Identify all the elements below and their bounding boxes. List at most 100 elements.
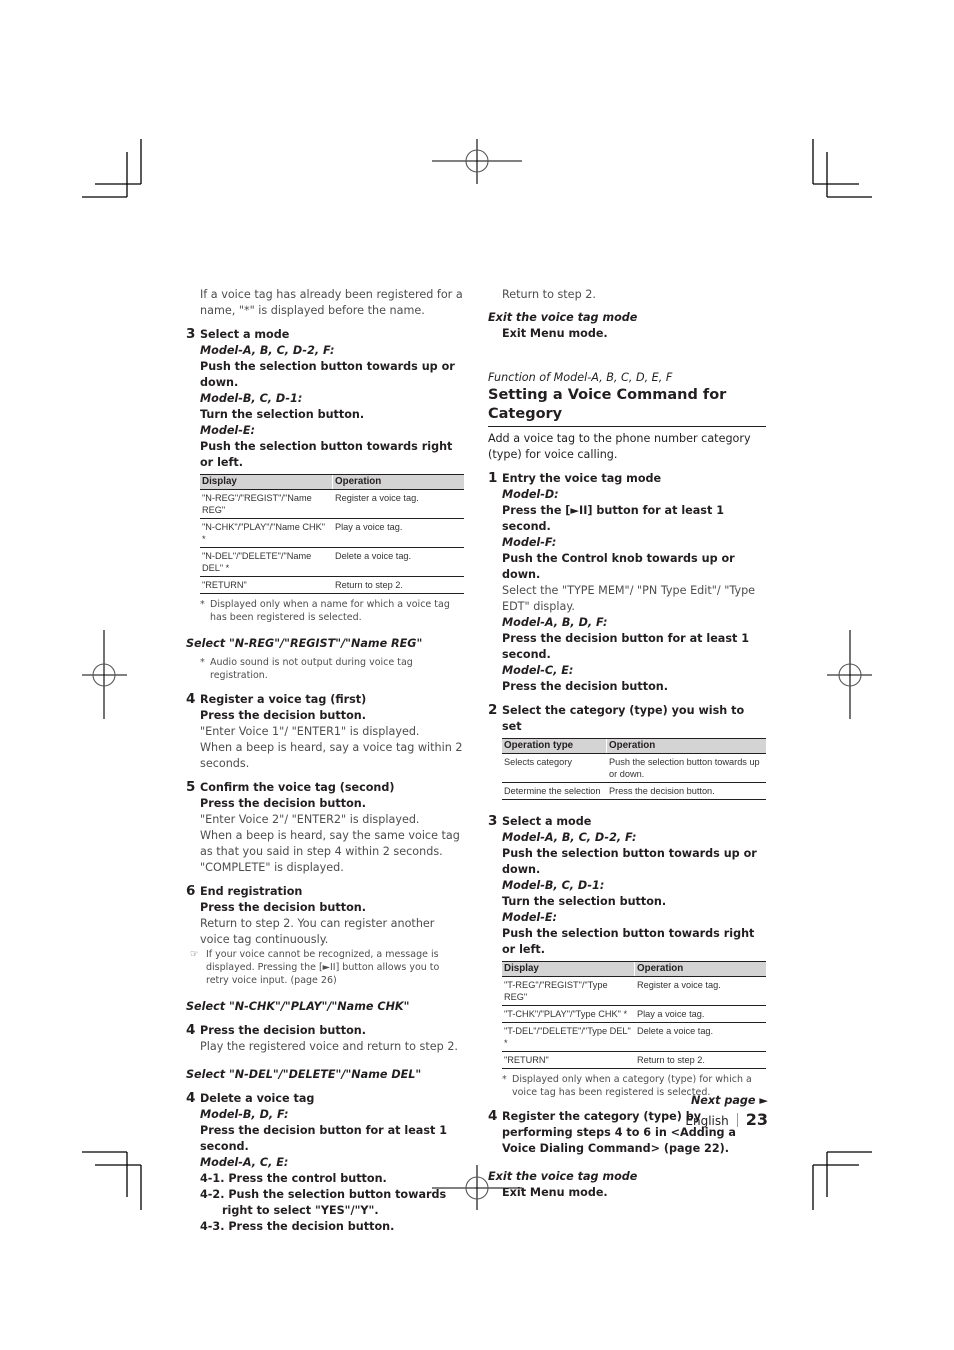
page-footer: Next page ► English 23 xyxy=(685,1094,768,1129)
table-cell: Press the decision button. xyxy=(606,782,766,800)
table-header: Display xyxy=(200,474,333,490)
step-4-register: 4 Register a voice tag (first) Press the… xyxy=(186,691,464,772)
registration-mark-left xyxy=(82,630,127,719)
intro-text: If a voice tag has already been register… xyxy=(200,288,463,317)
table-row: "RETURN" Return to step 2. xyxy=(502,1051,766,1069)
table-cell: "N-REG"/"REGIST"/"Name REG" xyxy=(200,489,333,519)
model-label: Model-F: xyxy=(502,536,557,549)
footnote: * Displayed only when a name for which a… xyxy=(200,598,464,624)
registration-mark-right xyxy=(827,630,872,719)
model-action: Turn the selection button. xyxy=(502,895,667,908)
step-4-delete: 4 Delete a voice tag Model-B, D, F: Pres… xyxy=(186,1090,464,1235)
substep: 4-1. Press the control button. xyxy=(200,1172,387,1185)
step-text: Play the registered voice and return to … xyxy=(200,1040,458,1053)
step-1-entry: 1 Entry the voice tag mode Model-D: Pres… xyxy=(488,470,766,695)
hand-pointer-icon: ☞ xyxy=(190,949,199,960)
model-action: Turn the selection button. xyxy=(200,408,365,421)
table-cell: Play a voice tag. xyxy=(332,518,464,548)
operation-table: Operation type Operation Selects categor… xyxy=(502,738,766,800)
step-number: 2 xyxy=(488,702,498,718)
model-label: Model-E: xyxy=(502,911,558,924)
table-cell: "N-DEL"/"DELETE"/"Name DEL" * xyxy=(200,547,333,577)
table-header-row: Display Operation xyxy=(200,474,464,490)
table-header: Operation xyxy=(634,961,766,977)
right-column: Return to step 2. Exit the voice tag mod… xyxy=(488,287,766,1201)
step-number: 3 xyxy=(488,813,498,829)
table-cell: "RETURN" xyxy=(502,1051,635,1069)
table-cell: Play a voice tag. xyxy=(634,1005,766,1023)
crop-mark-bottom-left xyxy=(82,1151,142,1210)
table-row: Determine the selection Press the decisi… xyxy=(502,782,766,800)
step-action: Press the decision button. xyxy=(200,797,366,810)
table-row: "T-DEL"/"DELETE"/"Type DEL" * Delete a v… xyxy=(502,1022,766,1052)
step-6-end: 6 End registration Press the decision bu… xyxy=(186,883,464,987)
model-label: Model-B, C, D-1: xyxy=(502,879,605,892)
model-action: Push the Control knob towards up or down… xyxy=(502,552,735,581)
page-indicator: English 23 xyxy=(685,1110,768,1129)
tip-note: ☞ If your voice cannot be recognized, a … xyxy=(186,948,464,987)
table-cell: Selects category xyxy=(502,753,607,783)
step-text: "COMPLETE" is displayed. xyxy=(200,861,344,874)
note-text: If your voice cannot be recognized, a me… xyxy=(206,949,440,986)
step-4-play: 4 Press the decision button. Play the re… xyxy=(186,1022,464,1055)
model-label: Model-B, C, D-1: xyxy=(200,392,303,405)
step-text: Return to step 2. You can register anoth… xyxy=(200,917,435,946)
exit-action: Exit Menu mode. xyxy=(502,327,608,340)
asterisk-mark: * xyxy=(502,1074,507,1085)
step-text: Select the "TYPE MEM"/ "PN Type Edit"/ "… xyxy=(502,584,756,613)
model-action: Push the selection button towards right … xyxy=(200,440,453,469)
step-number: 4 xyxy=(186,1022,196,1038)
model-action: Push the selection button towards right … xyxy=(502,927,755,956)
table-cell: Register a voice tag. xyxy=(634,976,766,1006)
table-row: "N-REG"/"REGIST"/"Name REG" Register a v… xyxy=(200,489,464,519)
model-label: Model-D: xyxy=(502,488,559,501)
table-cell: Delete a voice tag. xyxy=(634,1022,766,1052)
model-action: Push the selection button towards up or … xyxy=(502,847,757,876)
table-header: Operation xyxy=(332,474,464,490)
table-cell: Determine the selection xyxy=(502,782,607,800)
table-header: Display xyxy=(502,961,635,977)
exit-action: Exit Menu mode. xyxy=(502,1186,608,1199)
table-row: "T-CHK"/"PLAY"/"Type CHK" * Play a voice… xyxy=(502,1005,766,1023)
table-row: Selects category Push the selection butt… xyxy=(502,753,766,783)
step-text: When a beep is heard, say the same voice… xyxy=(200,829,460,858)
model-label: Model-E: xyxy=(200,424,256,437)
table-cell: Register a voice tag. xyxy=(332,489,464,519)
table-header-row: Display Operation xyxy=(502,961,766,977)
display-operation-table: Display Operation "N-REG"/"REGIST"/"Name… xyxy=(200,474,464,594)
step-5-confirm: 5 Confirm the voice tag (second) Press t… xyxy=(186,779,464,876)
step-3-select-mode: 3 Select a mode Model-A, B, C, D-2, F: P… xyxy=(186,326,464,624)
page-title: Setting a Voice Command for Category xyxy=(488,386,766,427)
table-header: Operation xyxy=(606,738,766,754)
model-action: Press the decision button for at least 1… xyxy=(200,1124,448,1153)
step-number: 3 xyxy=(186,326,196,342)
model-label: Model-A, B, C, D-2, F: xyxy=(200,344,335,357)
section-heading-select-reg: Select "N-REG"/"REGIST"/"Name REG" xyxy=(186,637,423,650)
table-cell: Return to step 2. xyxy=(332,576,464,594)
step-number: 4 xyxy=(186,691,196,707)
print-marks xyxy=(82,139,872,1210)
next-page-link[interactable]: Next page ► xyxy=(685,1094,768,1107)
display-operation-table: Display Operation "T-REG"/"REGIST"/"Type… xyxy=(502,961,766,1069)
step-title: Select the category (type) you wish to s… xyxy=(502,704,745,733)
table-cell: "RETURN" xyxy=(200,576,333,594)
step-number: 1 xyxy=(488,470,498,486)
step-text: "Enter Voice 1"/ "ENTER1" is displayed. xyxy=(200,725,420,738)
model-label: Model-A, B, D, F: xyxy=(502,616,608,629)
note-text: Audio sound is not output during voice t… xyxy=(210,657,413,681)
step-title: Register a voice tag (first) xyxy=(200,693,367,706)
crop-mark-bottom-right xyxy=(812,1151,872,1210)
step-title: Press the decision button. xyxy=(200,1024,366,1037)
step-title: Confirm the voice tag (second) xyxy=(200,781,395,794)
step-title: Entry the voice tag mode xyxy=(502,472,662,485)
table-row: "T-REG"/"REGIST"/"Type REG" Register a v… xyxy=(502,976,766,1006)
section-heading-select-chk: Select "N-CHK"/"PLAY"/"Name CHK" xyxy=(186,1000,410,1013)
model-action: Press the [►II] button for at least 1 se… xyxy=(502,504,724,533)
step-number: 4 xyxy=(186,1090,196,1106)
note: * Audio sound is not output during voice… xyxy=(186,656,464,682)
page-number: 23 xyxy=(745,1110,768,1129)
step-3-select-mode: 3 Select a mode Model-A, B, C, D-2, F: P… xyxy=(488,813,766,1099)
step-action: Press the decision button. xyxy=(200,901,366,914)
model-action: Push the selection button towards up or … xyxy=(200,360,455,389)
step-number: 5 xyxy=(186,779,196,795)
